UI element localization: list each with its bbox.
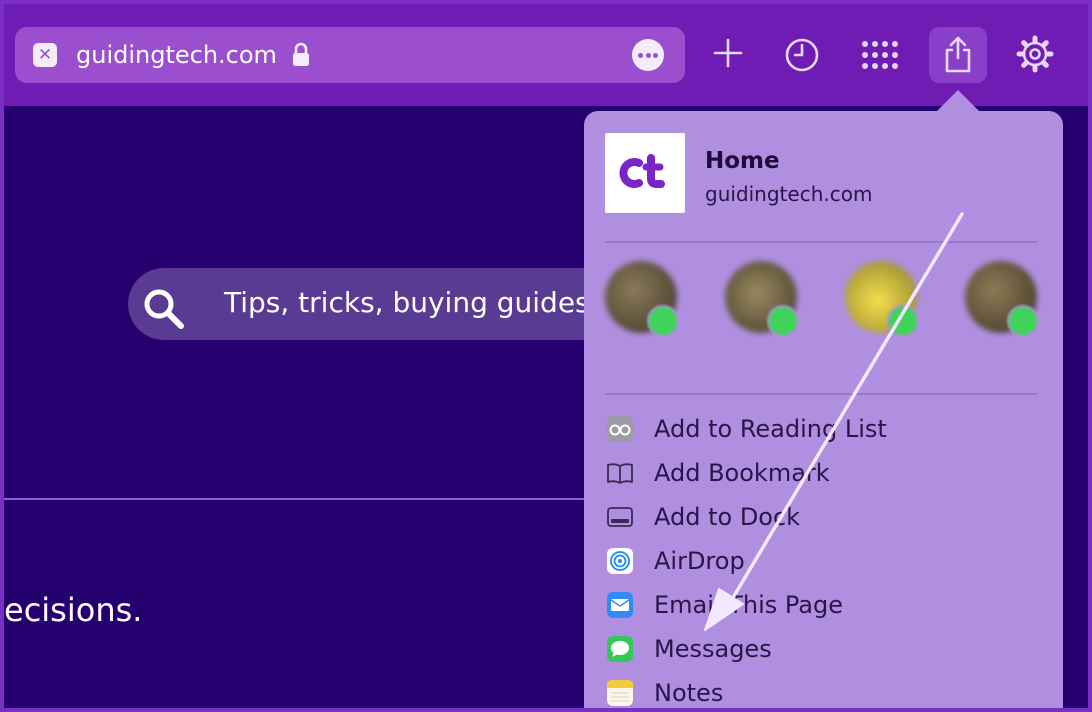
- menu-item-reading-list[interactable]: Add to Reading List: [604, 407, 1044, 451]
- new-tab-icon[interactable]: [712, 37, 744, 69]
- share-icon: [945, 36, 971, 73]
- menu-item-add-to-dock[interactable]: Add to Dock: [604, 495, 1044, 539]
- contact-suggestion[interactable]: [713, 261, 811, 361]
- toolbar: ✕ guidingtech.com: [4, 4, 1088, 106]
- menu-item-label: Messages: [654, 635, 772, 663]
- address-text[interactable]: guidingtech.com: [76, 40, 277, 70]
- close-tab-icon[interactable]: ✕: [33, 43, 57, 67]
- messages-badge-icon: [887, 305, 919, 337]
- page-body-text: ecisions.: [4, 591, 143, 629]
- menu-item-label: AirDrop: [654, 547, 745, 575]
- menu-item-notes[interactable]: Notes: [604, 671, 1044, 708]
- contact-suggestion[interactable]: [833, 261, 931, 361]
- menu-item-bookmark[interactable]: Add Bookmark: [604, 451, 1044, 495]
- browser-window: ✕ guidingtech.com Tips, tricks, buying g…: [4, 4, 1088, 708]
- search-icon: [144, 289, 184, 329]
- shared-page-title: Home: [705, 148, 780, 174]
- lock-icon: [293, 42, 309, 66]
- divider: [4, 498, 604, 500]
- messages-icon: [607, 636, 633, 662]
- share-button[interactable]: [929, 27, 987, 83]
- guidingtech-logo-icon: [619, 154, 665, 188]
- shared-page-url: guidingtech.com: [705, 182, 873, 206]
- search-placeholder: Tips, tricks, buying guides: [224, 286, 590, 319]
- mail-icon: [607, 592, 633, 618]
- messages-badge-icon: [767, 305, 799, 337]
- menu-item-label: Add Bookmark: [654, 459, 830, 487]
- popover-pointer: [936, 90, 980, 112]
- share-options-list: Add to Reading List Add Bookmark Add to …: [604, 407, 1044, 708]
- menu-item-messages[interactable]: Messages: [604, 627, 1044, 671]
- messages-badge-icon: [647, 305, 679, 337]
- address-bar[interactable]: ✕ guidingtech.com: [15, 27, 685, 83]
- bookmark-icon: [607, 463, 633, 484]
- settings-gear-icon[interactable]: [1016, 35, 1054, 73]
- menu-item-label: Add to Dock: [654, 503, 801, 531]
- menu-separator: [605, 241, 1037, 243]
- menu-item-label: Notes: [654, 679, 724, 707]
- messages-badge-icon: [1007, 305, 1039, 337]
- grid-icon[interactable]: [861, 40, 899, 70]
- share-menu: Home guidingtech.com Add to Reading List…: [584, 111, 1063, 708]
- history-icon[interactable]: [784, 37, 820, 73]
- contact-suggestion[interactable]: [953, 261, 1051, 361]
- menu-item-label: Add to Reading List: [654, 415, 887, 443]
- site-logo: [605, 133, 685, 213]
- notes-icon: [607, 680, 633, 706]
- menu-item-label: Email This Page: [654, 591, 843, 619]
- contact-suggestion[interactable]: [593, 261, 691, 361]
- menu-item-email[interactable]: Email This Page: [604, 583, 1044, 627]
- menu-item-airdrop[interactable]: AirDrop: [604, 539, 1044, 583]
- page-menu-button[interactable]: [632, 39, 664, 71]
- airdrop-icon: [607, 548, 633, 574]
- menu-separator: [605, 393, 1037, 395]
- reading-list-icon: [607, 416, 633, 442]
- dock-icon: [607, 507, 633, 527]
